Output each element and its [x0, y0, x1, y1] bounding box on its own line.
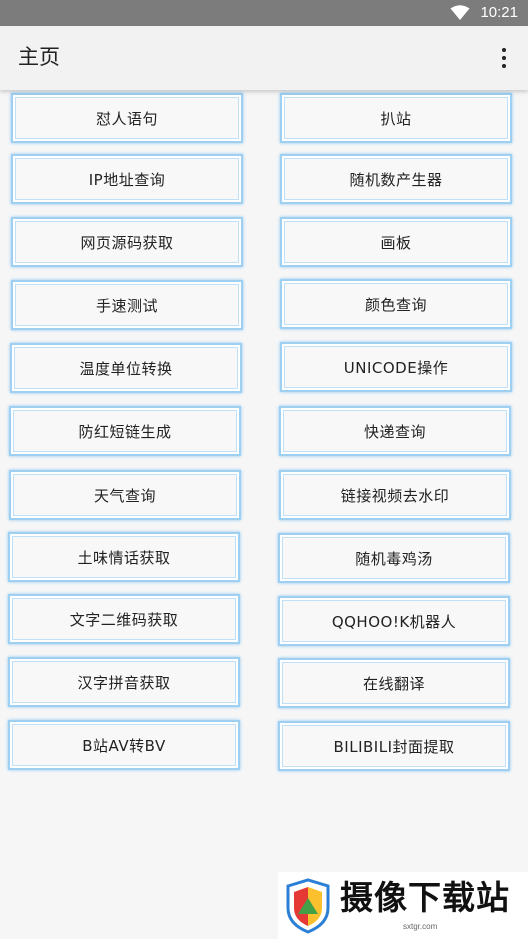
- tool-button-0-1[interactable]: 扒站: [280, 93, 512, 143]
- tool-button-1-0[interactable]: IP地址查询: [11, 154, 243, 204]
- tool-button-10-0[interactable]: B站AV转BV: [8, 720, 240, 770]
- tool-button-2-1[interactable]: 画板: [280, 217, 512, 267]
- page-title: 主页: [18, 45, 60, 69]
- watermark: 摄像下载站 sxtgr.com: [278, 872, 528, 939]
- tool-button-8-0[interactable]: 文字二维码获取: [8, 594, 240, 644]
- watermark-text: 摄像下载站: [340, 878, 510, 917]
- status-time: 10:21: [480, 4, 518, 21]
- wifi-icon: [450, 5, 470, 20]
- watermark-url: sxtgr.com: [403, 922, 438, 931]
- tool-button-9-0[interactable]: 汉字拼音获取: [8, 657, 240, 707]
- tool-button-6-0[interactable]: 天气查询: [9, 470, 241, 520]
- tool-button-10-1[interactable]: BILIBILI封面提取: [278, 721, 510, 771]
- tool-button-3-0[interactable]: 手速测试: [11, 280, 243, 330]
- tool-button-4-1[interactable]: UNICODE操作: [280, 342, 512, 392]
- overflow-menu-icon[interactable]: [494, 46, 514, 70]
- site-logo-icon: [286, 878, 330, 934]
- tool-button-4-0[interactable]: 温度单位转换: [10, 343, 242, 393]
- status-bar: 10:21: [0, 0, 528, 26]
- tool-button-5-1[interactable]: 快递查询: [279, 406, 511, 456]
- tool-button-0-0[interactable]: 怼人语句: [11, 93, 243, 143]
- tool-button-5-0[interactable]: 防红短链生成: [9, 406, 241, 456]
- tool-button-3-1[interactable]: 颜色查询: [280, 279, 512, 329]
- app-bar: 主页: [0, 26, 528, 90]
- tool-button-2-0[interactable]: 网页源码获取: [11, 217, 243, 267]
- tool-button-6-1[interactable]: 链接视频去水印: [279, 470, 511, 520]
- tool-button-1-1[interactable]: 随机数产生器: [280, 154, 512, 204]
- tool-button-7-0[interactable]: 土味情话获取: [8, 532, 240, 582]
- tool-button-9-1[interactable]: 在线翻译: [278, 658, 510, 708]
- tool-button-7-1[interactable]: 随机毒鸡汤: [278, 533, 510, 583]
- tool-button-8-1[interactable]: QQHOO!K机器人: [278, 596, 510, 646]
